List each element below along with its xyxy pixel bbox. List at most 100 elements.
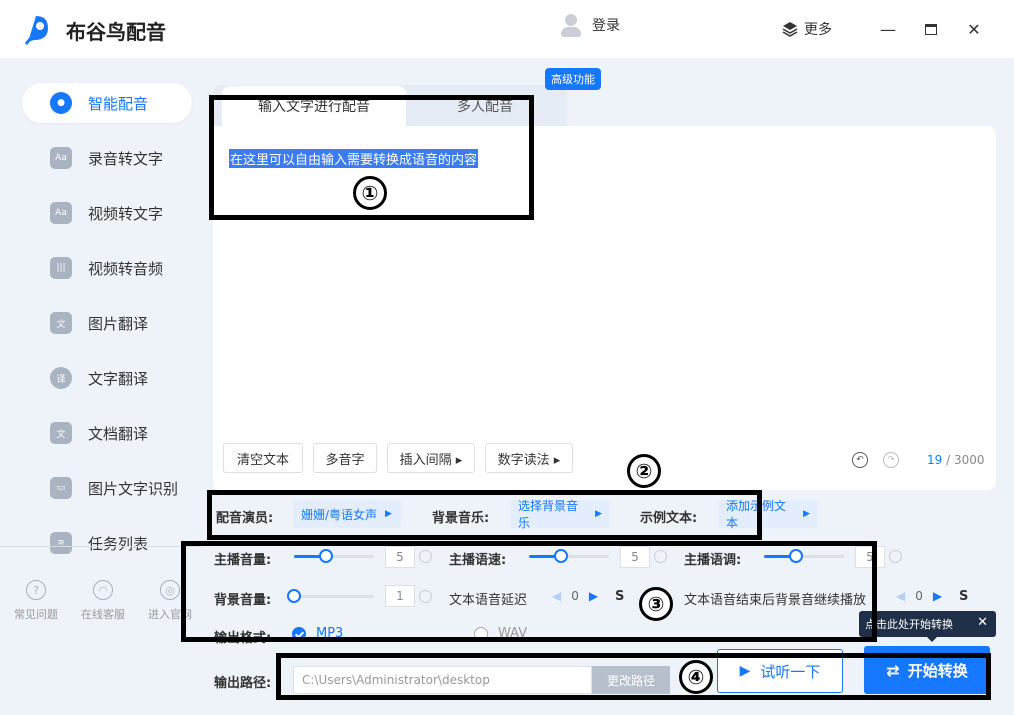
annotation-number-3: ③ <box>639 587 673 621</box>
bg-volume-input[interactable]: 1 <box>385 585 415 607</box>
annotation-number-2: ② <box>627 454 661 488</box>
reset-icon[interactable] <box>654 550 667 563</box>
speed-label: 主播语速: <box>449 553 507 568</box>
sidebar-item-label: 图片文字识别 <box>88 479 179 498</box>
close-icon[interactable]: ✕ <box>977 615 988 630</box>
pitch-slider-handle[interactable] <box>789 549 803 563</box>
pitch-slider[interactable] <box>764 549 844 563</box>
bgm-value: 选择背景音乐 <box>518 499 579 530</box>
change-path-button[interactable]: 更改路径 <box>592 666 670 694</box>
sidebar-item-video-to-text[interactable]: Aa 视频转文字 <box>22 193 192 233</box>
layers-icon <box>782 22 798 37</box>
chevron-right-icon: ▶ <box>595 509 602 519</box>
editor-content[interactable]: 在这里可以自由输入需要转换成语音的内容 <box>229 149 479 168</box>
character-count: 19 / 3000 <box>927 453 985 467</box>
login-label: 登录 <box>592 18 620 34</box>
sidebar-item-smart-dubbing[interactable]: ● 智能配音 <box>22 83 192 123</box>
annotation-number-4: ④ <box>679 660 713 694</box>
bgm-selector[interactable]: 选择背景音乐 ▶ <box>510 499 610 530</box>
sidebar-item-task-list[interactable]: ≡ 任务列表 <box>22 523 192 563</box>
video-text-icon: Aa <box>50 202 72 224</box>
chevron-right-icon: ▶ <box>803 509 810 519</box>
increase-icon[interactable]: ▶ <box>589 589 598 603</box>
sidebar-item-label: 文档翻译 <box>88 424 149 443</box>
radio-icon <box>474 626 488 641</box>
maximize-button[interactable] <box>919 17 943 41</box>
speed-slider-handle[interactable] <box>554 549 568 563</box>
sidebar-item-video-to-audio[interactable]: ||| 视频转音频 <box>22 248 192 288</box>
format-wav-label: WAV <box>498 626 528 641</box>
tooltip-text: 点击此处开始转换 <box>865 618 953 631</box>
format-mp3-radio[interactable]: MP3 <box>292 626 343 641</box>
bg-volume-slider[interactable] <box>287 589 374 603</box>
continue-stepper[interactable]: ◀ 0 ▶ <box>896 589 942 603</box>
text-editor[interactable] <box>213 126 996 490</box>
sidebar-divider <box>0 546 202 547</box>
sidebar-item-label: 图片翻译 <box>88 314 149 333</box>
more-button[interactable]: 更多 <box>782 19 832 39</box>
voice-selector[interactable]: 姗姗/粤语女声 ▶ <box>293 500 401 528</box>
bg-volume-slider-handle[interactable] <box>287 589 301 603</box>
continue-unit: S <box>959 589 969 604</box>
speed-input[interactable]: 5 <box>620 546 650 568</box>
increase-icon[interactable]: ▶ <box>933 589 942 603</box>
volume-slider[interactable] <box>294 549 374 563</box>
close-button[interactable]: ✕ <box>962 17 986 41</box>
maximize-icon <box>925 23 937 35</box>
format-mp3-label: MP3 <box>316 626 344 641</box>
pitch-label: 主播语调: <box>684 553 742 568</box>
sidebar-item-image-translate[interactable]: 文 图片翻译 <box>22 303 192 343</box>
official-site-button[interactable]: ◎ 进入官网 <box>138 580 202 622</box>
number-reading-button[interactable]: 数字读法 ▸ <box>485 443 573 473</box>
tab-text-dubbing[interactable]: 输入文字进行配音 <box>222 86 406 126</box>
minimize-button[interactable]: — <box>876 17 900 41</box>
faq-button[interactable]: ? 常见问题 <box>4 580 68 622</box>
sidebar-item-ocr[interactable]: ▭ 图片文字识别 <box>22 468 192 508</box>
char-count-current: 19 <box>927 453 943 467</box>
more-label: 更多 <box>804 22 832 38</box>
sidebar-item-label: 智能配音 <box>88 94 149 113</box>
insert-pause-button[interactable]: 插入间隔 ▸ <box>387 443 475 473</box>
output-path-input[interactable]: C:\Users\Administrator\desktop <box>293 666 592 694</box>
sample-selector[interactable]: 添加示例文本 ▶ <box>718 499 818 530</box>
pitch-input[interactable]: 5 <box>855 546 885 568</box>
voice-label: 配音演员: <box>216 511 274 526</box>
headset-icon: ◠ <box>93 580 113 600</box>
translate-document-icon: 文 <box>50 422 72 444</box>
preview-button[interactable]: ▶ 试听一下 <box>717 649 843 693</box>
volume-input[interactable]: 5 <box>385 546 415 568</box>
online-support-button[interactable]: ◠ 在线客服 <box>71 580 135 622</box>
list-icon: ≡ <box>50 532 72 554</box>
reset-icon[interactable] <box>419 590 432 603</box>
format-wav-radio[interactable]: WAV <box>474 626 527 641</box>
delay-stepper[interactable]: ◀ 0 ▶ <box>552 589 598 603</box>
sidebar-item-text-translate[interactable]: 译 文字翻译 <box>22 358 192 398</box>
play-icon: ▶ <box>739 663 751 679</box>
start-convert-button[interactable]: ⇄ 开始转换 <box>864 646 990 694</box>
delay-unit: S <box>615 589 625 604</box>
reset-icon[interactable] <box>889 550 902 563</box>
faq-label: 常见问题 <box>14 608 58 621</box>
decrease-icon[interactable]: ◀ <box>896 589 905 603</box>
format-label: 输出格式: <box>214 631 272 646</box>
advanced-badge: 高级功能 <box>545 68 601 90</box>
tab-multi-voice[interactable]: 多人配音 <box>420 86 550 126</box>
redo-icon[interactable]: ↷ <box>883 452 899 468</box>
title-bar: 布谷鸟配音 登录 更多 — ✕ <box>0 0 1014 58</box>
support-label: 在线客服 <box>81 608 125 621</box>
clear-text-button[interactable]: 清空文本 <box>223 443 303 473</box>
polyphone-button[interactable]: 多音字 <box>313 443 377 473</box>
login-button[interactable]: 登录 <box>560 12 620 38</box>
reset-icon[interactable] <box>419 550 432 563</box>
speed-slider[interactable] <box>529 549 609 563</box>
avatar-icon <box>560 12 582 38</box>
sidebar-item-document-translate[interactable]: 文 文档翻译 <box>22 413 192 453</box>
app-logo-icon <box>24 16 48 45</box>
sidebar-item-label: 文字翻译 <box>88 369 149 388</box>
start-label: 开始转换 <box>907 661 968 680</box>
decrease-icon[interactable]: ◀ <box>552 589 561 603</box>
sidebar-item-audio-to-text[interactable]: Aa 录音转文字 <box>22 138 192 178</box>
undo-icon[interactable]: ↶ <box>852 452 868 468</box>
volume-slider-handle[interactable] <box>319 549 333 563</box>
path-label: 输出路径: <box>214 676 272 691</box>
